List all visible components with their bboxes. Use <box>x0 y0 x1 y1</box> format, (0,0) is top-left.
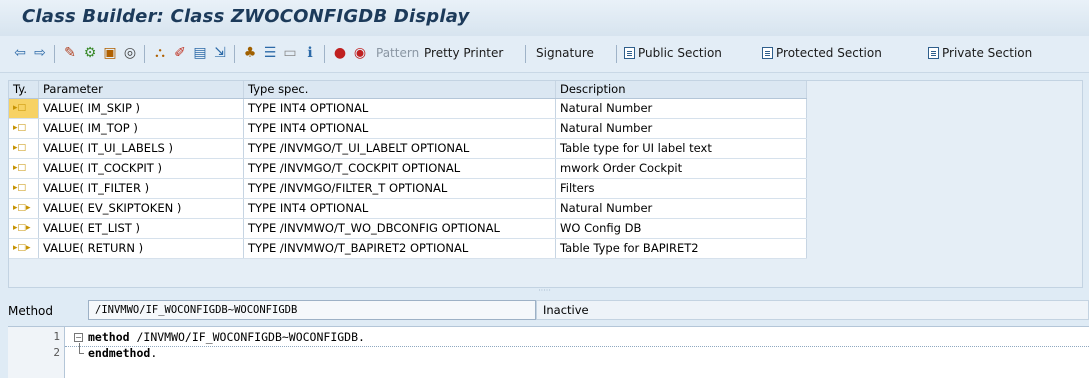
table-row[interactable]: ▸□▸ VALUE( RETURN ) TYPE /INVMWO/T_BAPIRET… <box>9 239 807 259</box>
method-bar: Method /INVMWO/IF_WOCONFIGDB~WOCONFIGDB … <box>0 296 1089 324</box>
parameter-kind-icon[interactable]: ▸□▸ <box>9 199 39 218</box>
external-breakpoint-icon[interactable]: ◉ <box>352 45 368 61</box>
document-icon <box>928 47 939 59</box>
parameter-kind-icon[interactable]: ▸□▸ <box>9 239 39 258</box>
column-header-description[interactable]: Description <box>556 81 807 98</box>
type-spec-cell[interactable]: TYPE /INVMGO/T_UI_LABELT OPTIONAL <box>244 139 556 158</box>
parameter-name-cell[interactable]: VALUE( ET_LIST ) <box>39 219 244 238</box>
object-list-icon[interactable]: ▤ <box>192 45 208 61</box>
table-row[interactable]: ▸□ VALUE( IT_COCKPIT ) TYPE /INVMGO/T_COCK… <box>9 159 807 179</box>
fold-guide-end <box>79 353 84 354</box>
description-cell[interactable]: Natural Number <box>556 99 807 118</box>
column-header-type[interactable]: Ty. <box>9 81 39 98</box>
method-label: Method <box>8 304 54 318</box>
document-icon <box>762 47 773 59</box>
toolbar-separator <box>324 45 325 63</box>
code-line[interactable]: endmethod. <box>88 346 157 360</box>
status-field: Inactive <box>536 300 1089 320</box>
application-toolbar: ⇦ ⇨ ✎ ⚙ ▣ ◎ ⛬ ✐ ▤ ⇲ ♣ ☰ ▭ ℹ ● ◉ Pattern … <box>0 36 1089 73</box>
parameter-name-cell[interactable]: VALUE( IM_SKIP ) <box>39 99 244 118</box>
parameter-kind-icon[interactable]: ▸□ <box>9 179 39 198</box>
parameter-kind-icon[interactable]: ▸□▸ <box>9 219 39 238</box>
parameter-kind-icon[interactable]: ▸□ <box>9 99 39 118</box>
line-number: 1 <box>53 330 60 343</box>
table-row[interactable]: ▸□▸ VALUE( ET_LIST ) TYPE /INVMWO/T_WO_DBC… <box>9 219 807 239</box>
type-spec-cell[interactable]: TYPE /INVMGO/T_COCKPIT OPTIONAL <box>244 159 556 178</box>
parameter-kind-icon[interactable]: ▸□ <box>9 139 39 158</box>
parameter-name-cell[interactable]: VALUE( IT_UI_LABELS ) <box>39 139 244 158</box>
align-icon[interactable]: ☰ <box>262 45 278 61</box>
parameter-name-cell[interactable]: VALUE( IT_COCKPIT ) <box>39 159 244 178</box>
active-inactive-icon[interactable]: ⚙ <box>82 45 98 61</box>
column-header-type-spec[interactable]: Type spec. <box>244 81 556 98</box>
description-cell[interactable]: WO Config DB <box>556 219 807 238</box>
public-section-button[interactable]: Public Section <box>624 46 722 60</box>
collapse-icon[interactable]: − <box>74 333 83 342</box>
type-spec-cell[interactable]: TYPE INT4 OPTIONAL <box>244 99 556 118</box>
table-row[interactable]: ▸□ VALUE( IT_FILTER ) TYPE /INVMGO/FILTER_… <box>9 179 807 199</box>
description-cell[interactable]: Natural Number <box>556 199 807 218</box>
private-section-button[interactable]: Private Section <box>928 46 1032 60</box>
table-row[interactable]: ▸□ VALUE( IM_SKIP ) TYPE INT4 OPTIONAL Natu… <box>9 99 807 119</box>
parameters-table: Ty. Parameter Type spec. Description ▸□ V… <box>8 80 1083 288</box>
activate-icon[interactable]: ◎ <box>122 45 138 61</box>
parameter-name-cell[interactable]: VALUE( IM_TOP ) <box>39 119 244 138</box>
description-cell[interactable]: Table type for UI label text <box>556 139 807 158</box>
toolbar-separator <box>234 45 235 63</box>
table-row[interactable]: ▸□ VALUE( IT_UI_LABELS ) TYPE /INVMGO/T_UI… <box>9 139 807 159</box>
check-icon[interactable]: ▣ <box>102 45 118 61</box>
signature-button[interactable]: Signature <box>536 46 594 60</box>
column-header-parameter[interactable]: Parameter <box>39 81 244 98</box>
where-used-icon[interactable]: ⛬ <box>152 45 168 61</box>
forward-arrow-icon[interactable]: ⇨ <box>32 45 48 61</box>
info-icon[interactable]: ℹ <box>302 45 318 61</box>
hierarchy-icon[interactable]: ♣ <box>242 45 258 61</box>
code-line[interactable]: method /INVMWO/IF_WOCONFIGDB~WOCONFIGDB. <box>88 330 365 344</box>
back-arrow-icon[interactable]: ⇦ <box>12 45 28 61</box>
description-cell[interactable]: Natural Number <box>556 119 807 138</box>
type-spec-cell[interactable]: TYPE INT4 OPTIONAL <box>244 119 556 138</box>
toolbar-separator <box>144 45 145 63</box>
description-cell[interactable]: Filters <box>556 179 807 198</box>
parameter-name-cell[interactable]: VALUE( IT_FILTER ) <box>39 179 244 198</box>
document-icon <box>624 47 635 59</box>
protected-section-button[interactable]: Protected Section <box>762 46 882 60</box>
toolbar-separator <box>616 45 617 63</box>
pretty-printer-button[interactable]: Pretty Printer <box>424 46 503 60</box>
parameter-kind-icon[interactable]: ▸□ <box>9 119 39 138</box>
display-change-icon[interactable]: ✎ <box>62 45 78 61</box>
table-row[interactable]: ▸□ VALUE( IM_TOP ) TYPE INT4 OPTIONAL Natur… <box>9 119 807 139</box>
window-title: Class Builder: Class ZWOCONFIGDB Display <box>22 6 470 27</box>
line-number-gutter: 1 2 <box>8 327 65 378</box>
description-cell[interactable]: Table Type for BAPIRET2 <box>556 239 807 258</box>
type-spec-cell[interactable]: TYPE /INVMWO/T_WO_DBCONFIG OPTIONAL <box>244 219 556 238</box>
toolbar-separator <box>54 45 55 63</box>
method-name-field[interactable]: /INVMWO/IF_WOCONFIGDB~WOCONFIGDB <box>88 300 536 320</box>
test-icon[interactable]: ✐ <box>172 45 188 61</box>
splitter-handle[interactable]: ····· <box>0 287 1089 295</box>
fold-guide <box>79 343 80 353</box>
table-row[interactable]: ▸□▸ VALUE( EV_SKIPTOKEN ) TYPE INT4 OPTION… <box>9 199 807 219</box>
parameter-kind-icon[interactable]: ▸□ <box>9 159 39 178</box>
table-header: Ty. Parameter Type spec. Description <box>9 81 807 99</box>
line-number: 2 <box>53 346 60 359</box>
navigation-window-icon[interactable]: ⇲ <box>212 45 228 61</box>
parameter-name-cell[interactable]: VALUE( RETURN ) <box>39 239 244 258</box>
toolbar-separator <box>525 45 526 63</box>
type-spec-cell[interactable]: TYPE /INVMWO/T_BAPIRET2 OPTIONAL <box>244 239 556 258</box>
type-spec-cell[interactable]: TYPE INT4 OPTIONAL <box>244 199 556 218</box>
parameter-name-cell[interactable]: VALUE( EV_SKIPTOKEN ) <box>39 199 244 218</box>
description-cell[interactable]: mwork Order Cockpit <box>556 159 807 178</box>
code-editor[interactable]: 1 2 − method /INVMWO/IF_WOCONFIGDB~WOCON… <box>8 326 1089 378</box>
title-bar: Class Builder: Class ZWOCONFIGDB Display <box>0 0 1089 36</box>
frame-icon[interactable]: ▭ <box>282 45 298 61</box>
pattern-button[interactable]: Pattern <box>376 46 419 60</box>
breakpoint-icon[interactable]: ● <box>332 45 348 61</box>
type-spec-cell[interactable]: TYPE /INVMGO/FILTER_T OPTIONAL <box>244 179 556 198</box>
